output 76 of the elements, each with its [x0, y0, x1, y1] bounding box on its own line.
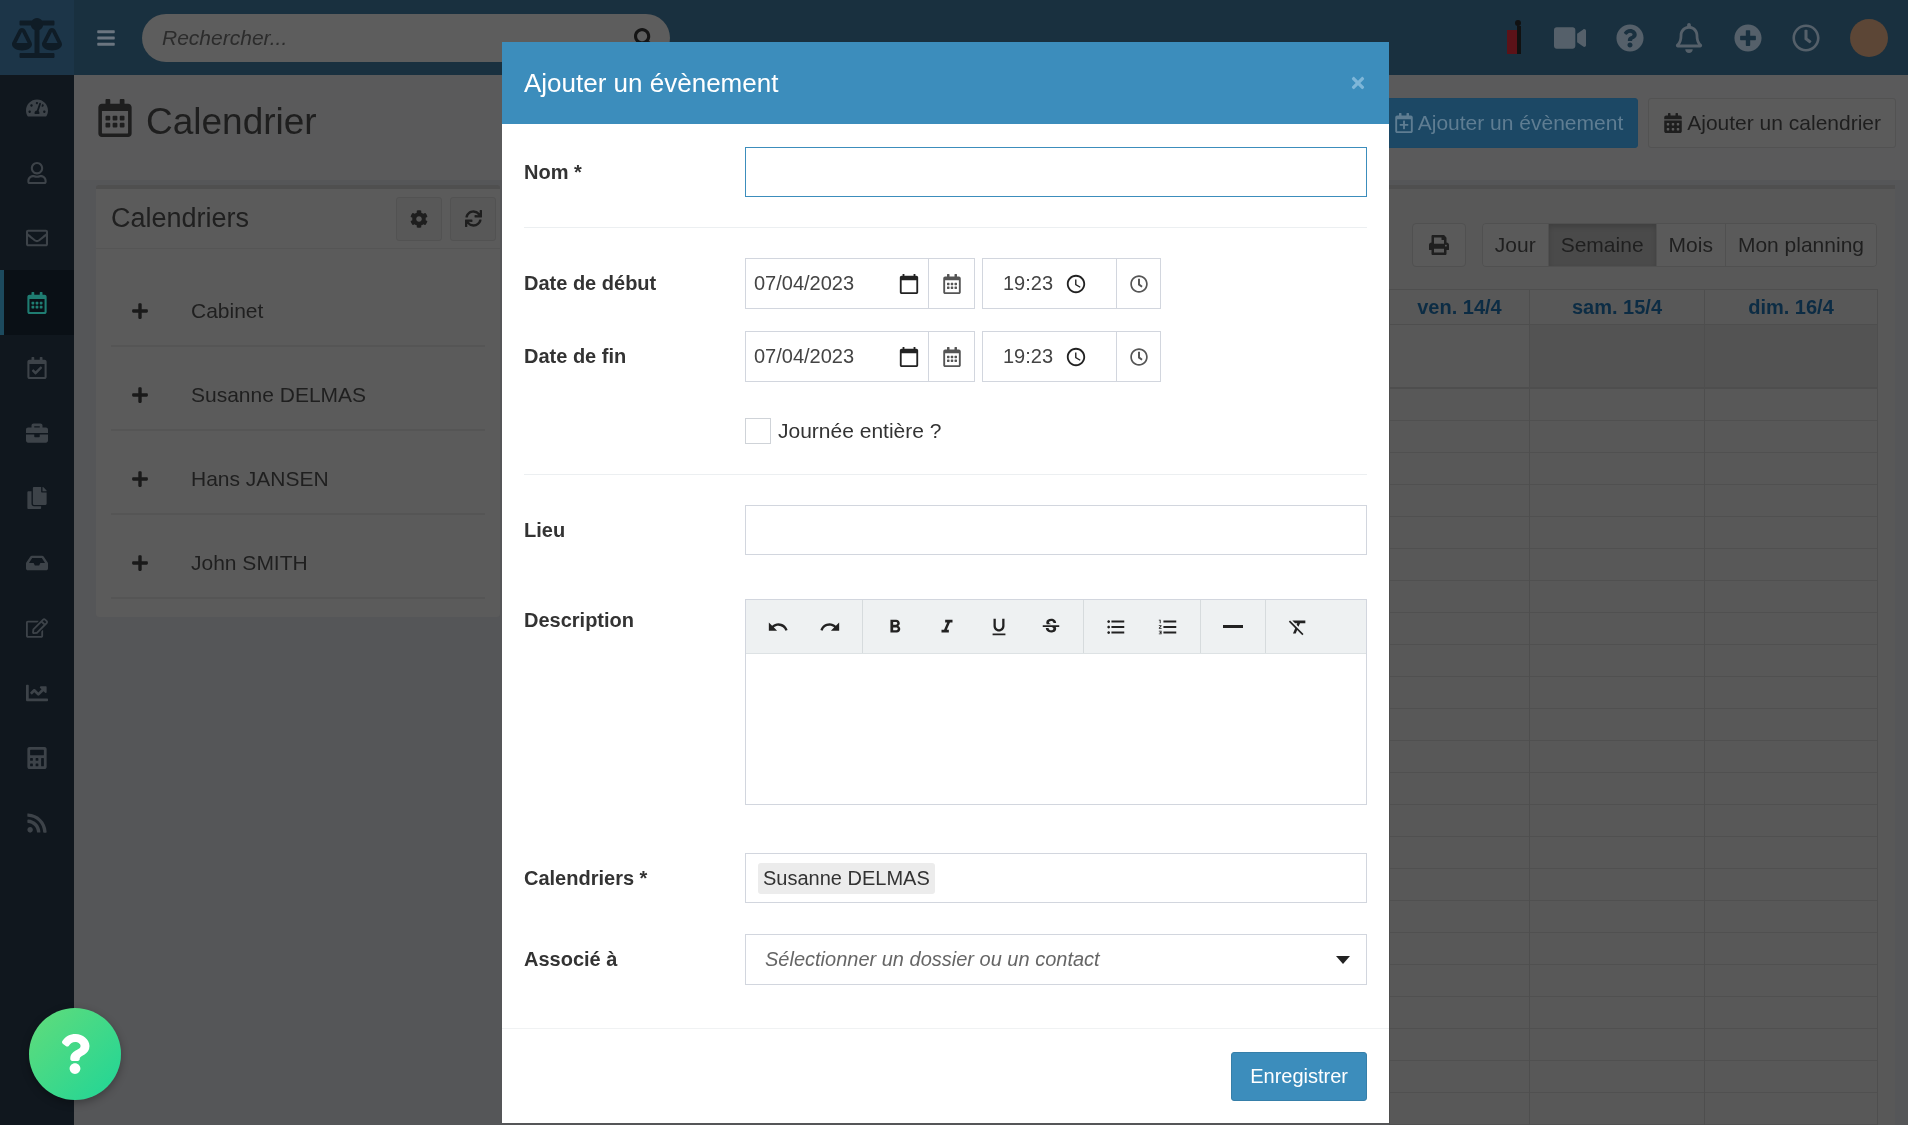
avatar[interactable]: [1850, 18, 1888, 57]
sidebar-item[interactable]: [0, 270, 74, 335]
calendar-icon: [898, 272, 920, 295]
clock-icon: [1129, 274, 1148, 293]
field-label: Description: [524, 609, 636, 632]
clock-button[interactable]: [1117, 331, 1161, 382]
panel-title: Calendriers: [111, 203, 251, 234]
help-icon: [1616, 23, 1644, 52]
clock-icon: [1792, 23, 1820, 52]
calendar-icon: [898, 345, 920, 368]
notifications-button[interactable]: [1674, 22, 1704, 53]
calendar-button[interactable]: [929, 331, 975, 382]
name-input[interactable]: [745, 147, 1367, 197]
caret-icon: [1336, 955, 1350, 964]
refresh-icon: [464, 210, 482, 227]
calendar-button[interactable]: [929, 258, 975, 309]
calendar-plus-icon: [1393, 113, 1414, 133]
calendar-icon: [941, 346, 962, 367]
checkbox-label: Journée entière ?: [778, 419, 942, 443]
clock-button[interactable]: [1117, 258, 1161, 309]
field-label: Calendriers *: [524, 866, 649, 890]
calendar-check-icon: [26, 356, 48, 379]
refresh-button[interactable]: [450, 196, 496, 241]
location-input[interactable]: [745, 505, 1367, 555]
calendar-icon: [1663, 113, 1684, 133]
close-button[interactable]: [1349, 74, 1367, 92]
clock-icon: [1065, 345, 1088, 368]
calendar-name: Susanne DELMAS: [191, 383, 367, 407]
plus-icon: [131, 554, 149, 572]
plus-icon: [131, 470, 149, 488]
page-title: Calendrier: [146, 101, 317, 143]
associated-select[interactable]: Sélectionner un dossier ou un contact: [745, 934, 1367, 985]
menu-button[interactable]: [96, 27, 116, 48]
clock-icon: [1129, 347, 1148, 366]
field-label: Lieu: [524, 518, 567, 542]
all-day-checkbox[interactable]: [745, 418, 771, 444]
field-label: Associé à: [524, 948, 619, 971]
calendar-tag: Susanne DELMAS: [758, 862, 935, 894]
time-field[interactable]: 19:23: [982, 258, 1117, 309]
field-label: Date de fin: [524, 345, 628, 368]
calendar-icon: [26, 291, 48, 314]
feed-icon: [26, 811, 48, 834]
clock-icon: [1065, 272, 1088, 295]
plus-icon: [131, 302, 149, 320]
bell-icon: [1674, 22, 1704, 53]
horizontal-rule-icon: [1223, 625, 1243, 628]
field-label: Date de début: [524, 272, 658, 295]
calculator-icon: [26, 746, 48, 769]
gear-icon: [410, 209, 428, 228]
calendar-icon: [96, 99, 134, 137]
documents-icon: [26, 486, 48, 509]
user-icon: [26, 161, 48, 184]
menu-icon: [96, 27, 116, 48]
edit-icon: [26, 616, 48, 639]
time-field[interactable]: 19:23: [982, 331, 1117, 382]
calendar-icon: [941, 273, 962, 294]
calendar-name: John SMITH: [191, 551, 308, 575]
briefcase-icon: [26, 421, 48, 444]
print-button[interactable]: [1411, 223, 1466, 267]
settings-button[interactable]: [396, 196, 442, 241]
date-field[interactable]: 07/04/2023: [745, 258, 929, 309]
calendar-name: Cabinet: [191, 299, 264, 323]
add-button[interactable]: [1734, 23, 1762, 52]
date-field[interactable]: 07/04/2023: [745, 331, 929, 382]
plus-icon: [131, 386, 149, 404]
save-button[interactable]: Enregistrer: [1231, 1052, 1367, 1101]
field-label: Nom *: [524, 160, 583, 184]
calendar-name: Hans JANSEN: [191, 467, 329, 491]
figure-button[interactable]: [1504, 19, 1524, 56]
view-tab[interactable]: Mon planning: [1724, 224, 1876, 266]
printer-icon: [1428, 235, 1449, 255]
close-icon: [1349, 74, 1367, 92]
figure-icon: [1504, 19, 1524, 56]
dialog-title: Ajouter un évènement: [524, 67, 780, 99]
add-calendar-button[interactable]: Ajouter un calendrier: [1648, 98, 1896, 148]
calendars-field[interactable]: Susanne DELMAS: [745, 853, 1367, 903]
